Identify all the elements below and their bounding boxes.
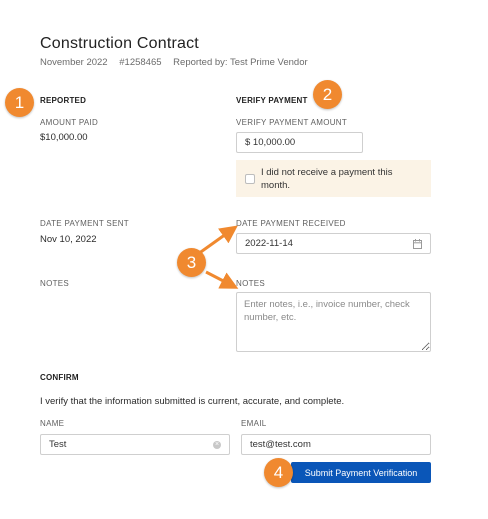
- arrow-to-date-received: [197, 225, 238, 256]
- callout-badge-1: 1: [5, 88, 34, 117]
- callout-arrows: [197, 225, 239, 289]
- callout-badge-3: 3: [177, 248, 206, 277]
- callout-badge-4: 4: [264, 458, 293, 487]
- arrow-to-notes: [205, 270, 239, 289]
- callout-badge-2: 2: [313, 80, 342, 109]
